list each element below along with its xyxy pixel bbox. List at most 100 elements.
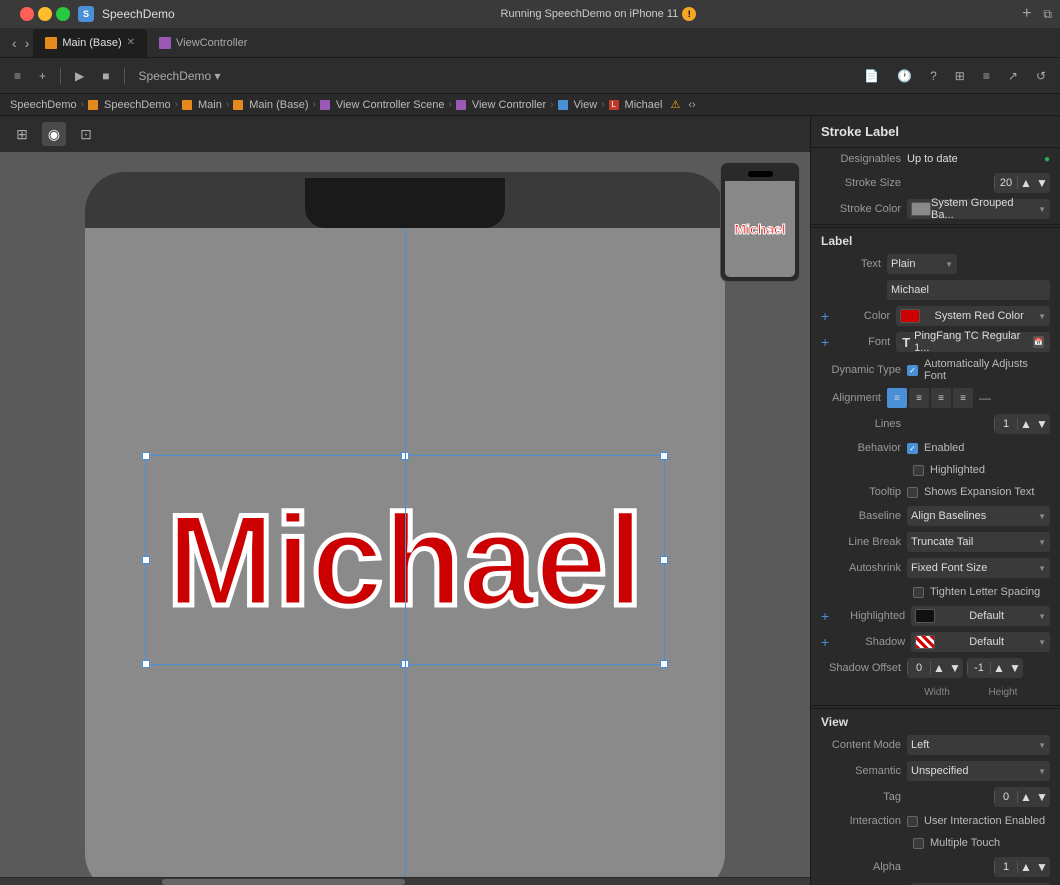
tab-viewcontroller[interactable]: ViewController [147, 29, 259, 57]
bc-nav-arrows[interactable]: ‹› [688, 99, 695, 111]
tag-decrement[interactable]: ▼ [1034, 787, 1050, 807]
align-right-button[interactable]: ≡ [931, 388, 951, 408]
bc-speechdemo-2[interactable]: SpeechDemo [104, 99, 171, 111]
bc-view[interactable]: View [574, 99, 598, 111]
handle-tm[interactable] [401, 452, 409, 460]
align-justify-button[interactable]: ≡ [953, 388, 973, 408]
align-center-button[interactable]: ≡ [909, 388, 929, 408]
tag-increment[interactable]: ▲ [1018, 787, 1034, 807]
behavior-row: Behavior ✓ Enabled [811, 437, 1060, 459]
clock-button[interactable]: 🕐 [891, 64, 918, 88]
shadow-add[interactable]: + [821, 634, 829, 650]
auto-adjusts-checkbox[interactable]: ✓ [907, 365, 918, 376]
stroke-size-increment[interactable]: ▲ [1018, 173, 1034, 193]
lines-increment[interactable]: ▲ [1018, 414, 1034, 434]
refresh-button[interactable]: ↺ [1030, 64, 1052, 88]
hl-arrow: ▼ [1038, 612, 1046, 621]
tighten-checkbox[interactable] [913, 587, 924, 598]
semantic-select[interactable]: Unspecified ▼ [907, 761, 1050, 781]
label-container[interactable]: Michael [145, 455, 665, 665]
bc-main[interactable]: Main [198, 99, 222, 111]
share-button[interactable]: ↗ [1002, 64, 1024, 88]
handle-mr[interactable] [660, 556, 668, 564]
tag-stepper[interactable]: 0 ▲ ▼ [994, 787, 1050, 807]
stroke-size-stepper[interactable]: 20 ▲ ▼ [994, 173, 1050, 193]
stroke-color-select[interactable]: System Grouped Ba... ▼ [907, 199, 1050, 219]
scrollbar-thumb[interactable] [162, 879, 405, 885]
canvas-scrollbar[interactable] [0, 877, 810, 885]
select-tool[interactable]: ◉ [42, 122, 66, 146]
alpha-stepper[interactable]: 1 ▲ ▼ [994, 857, 1050, 877]
highlighted-checkbox[interactable] [913, 465, 924, 476]
alpha-label: Alpha [821, 861, 901, 873]
shadow-select[interactable]: Default ▼ [911, 632, 1050, 652]
close-button[interactable] [20, 7, 34, 21]
scheme-selector[interactable]: SpeechDemo ▾ [133, 64, 227, 88]
font-add[interactable]: + [821, 334, 829, 350]
font-display[interactable]: T PingFang TC Regular 1... 📅 [896, 332, 1050, 352]
inspector-button[interactable]: ≡ [977, 64, 996, 88]
bc-michael[interactable]: Michael [625, 99, 663, 111]
tooltip-checkbox[interactable] [907, 487, 918, 498]
divider-2 [811, 705, 1060, 706]
maximize-button[interactable] [56, 7, 70, 21]
library-button[interactable]: ⊞ [949, 64, 971, 88]
shadow-h-up[interactable]: ▲ [991, 658, 1007, 678]
document-button[interactable]: 📄 [858, 64, 885, 88]
add-tab-button[interactable]: + [1022, 5, 1031, 23]
mini-notch [748, 171, 773, 177]
sidebar-toggle[interactable]: ≡ [8, 64, 27, 88]
bc-speechdemo-1[interactable]: SpeechDemo [10, 99, 77, 111]
box-tool[interactable]: ⊡ [74, 122, 98, 146]
add-button[interactable]: + [33, 64, 52, 88]
handle-br[interactable] [660, 660, 668, 668]
alpha-decrement[interactable]: ▼ [1034, 857, 1050, 877]
color-add[interactable]: + [821, 308, 829, 324]
hl-add[interactable]: + [821, 608, 829, 624]
align-tool[interactable]: ⊞ [10, 122, 34, 146]
multiple-touch-checkbox[interactable] [913, 838, 924, 849]
nav-fwd[interactable]: › [21, 29, 34, 57]
font-calendar-icon[interactable]: 📅 [1033, 336, 1044, 348]
enabled-checkbox[interactable]: ✓ [907, 443, 918, 454]
line-break-select[interactable]: Truncate Tail ▼ [907, 532, 1050, 552]
lines-stepper[interactable]: 1 ▲ ▼ [994, 414, 1050, 434]
nav-back[interactable]: ‹ [8, 29, 21, 57]
tab-close-main[interactable]: ✕ [127, 37, 135, 48]
shadow-width-stepper[interactable]: 0 ▲ ▼ [907, 658, 963, 678]
autoshrink-select[interactable]: Fixed Font Size ▼ [907, 558, 1050, 578]
minimize-button[interactable] [38, 7, 52, 21]
handle-tl[interactable] [142, 452, 150, 460]
stop-button[interactable]: ■ [96, 64, 115, 88]
alpha-increment[interactable]: ▲ [1018, 857, 1034, 877]
handle-bl[interactable] [142, 660, 150, 668]
text-type-select[interactable]: Plain ▼ [887, 254, 957, 274]
window-split-button[interactable]: ⧉ [1043, 7, 1052, 22]
hl-select[interactable]: Default ▼ [911, 606, 1050, 626]
help-button[interactable]: ? [924, 64, 943, 88]
bc-icon-7: L [609, 100, 619, 110]
bc-main-base[interactable]: Main (Base) [249, 99, 308, 111]
canvas-content[interactable]: Michael Michael [0, 152, 810, 877]
bc-vc[interactable]: View Controller [472, 99, 546, 111]
align-left-button[interactable]: ≡ [887, 388, 907, 408]
stroke-size-decrement[interactable]: ▼ [1034, 173, 1050, 193]
shadow-h-down[interactable]: ▼ [1007, 658, 1023, 678]
color-select[interactable]: System Red Color ▼ [896, 306, 1050, 326]
run-button[interactable]: ▶ [69, 64, 90, 88]
text-type-arrow: ▼ [945, 260, 953, 269]
shadow-w-down[interactable]: ▼ [947, 658, 963, 678]
bc-vc-scene[interactable]: View Controller Scene [336, 99, 445, 111]
baseline-select[interactable]: Align Baselines ▼ [907, 506, 1050, 526]
lines-decrement[interactable]: ▼ [1034, 414, 1050, 434]
handle-ml[interactable] [142, 556, 150, 564]
text-value-input[interactable] [887, 280, 1050, 300]
content-mode-select[interactable]: Left ▼ [907, 735, 1050, 755]
handle-tr[interactable] [660, 452, 668, 460]
shadow-value: Default [969, 636, 1004, 648]
shadow-w-up[interactable]: ▲ [931, 658, 947, 678]
user-interaction-checkbox[interactable] [907, 816, 918, 827]
shadow-height-stepper[interactable]: -1 ▲ ▼ [967, 658, 1023, 678]
handle-bm[interactable] [401, 660, 409, 668]
tab-main-base[interactable]: Main (Base) ✕ [33, 29, 147, 57]
